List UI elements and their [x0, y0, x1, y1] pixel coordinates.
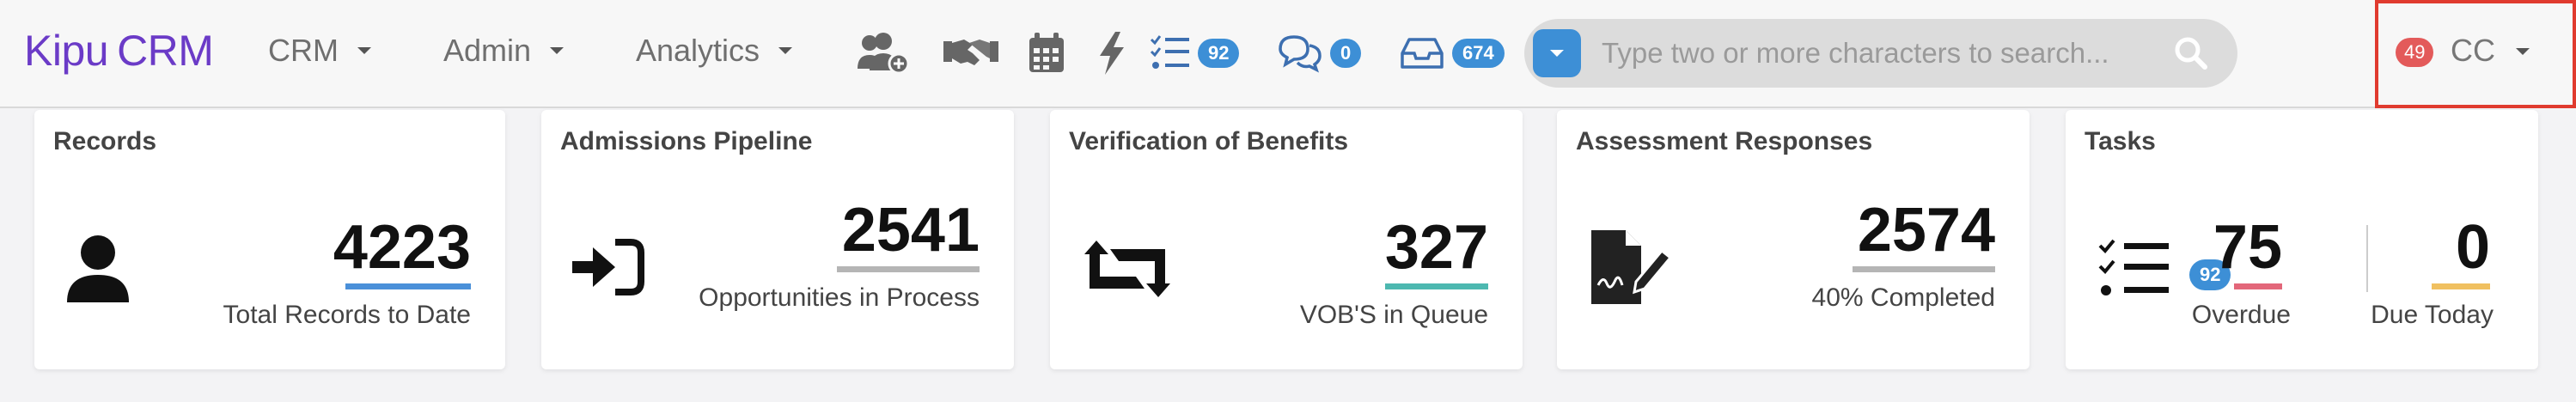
vob-underline	[1385, 283, 1488, 289]
due-today-label: Due Today	[2371, 301, 2494, 329]
divider	[2366, 225, 2368, 292]
nav-menu-crm[interactable]: CRM	[268, 33, 371, 69]
chevron-down-icon	[2516, 48, 2530, 55]
assessment-value: 2574	[1857, 196, 1995, 265]
user-menu[interactable]: 49 CC	[2375, 0, 2576, 108]
top-navbar: Kipu CRM CRM Admin Analytics 92 0 674 Ty…	[0, 0, 2576, 108]
assessment-card[interactable]: Assessment Responses 2574 40% Completed	[1557, 110, 2030, 369]
inbox-icon[interactable]: 674	[1399, 29, 1505, 77]
card-title: Admissions Pipeline	[560, 127, 813, 155]
vob-card[interactable]: Verification of Benefits 327 VOB'S in Qu…	[1050, 110, 1523, 369]
admissions-underline	[837, 266, 980, 272]
chevron-down-icon	[550, 47, 565, 54]
records-label: Total Records to Date	[223, 301, 471, 329]
global-search	[1524, 19, 2237, 88]
card-title: Records	[53, 127, 157, 155]
brand-logo[interactable]: Kipu CRM	[24, 26, 214, 76]
due-today-underline	[2432, 283, 2490, 289]
admissions-value: 2541	[841, 196, 980, 265]
records-card[interactable]: Records 4223 Total Records to Date	[34, 110, 505, 369]
handshake-icon[interactable]	[943, 29, 998, 77]
search-input[interactable]	[1602, 33, 2152, 74]
messages-icon[interactable]: 0	[1277, 29, 1362, 77]
search-icon[interactable]	[2174, 36, 2208, 75]
admissions-label: Opportunities in Process	[699, 283, 980, 312]
overdue-underline	[2234, 283, 2282, 289]
user-initials: CC	[2451, 33, 2495, 68]
assessment-underline	[1853, 266, 1995, 272]
card-title: Tasks	[2085, 127, 2156, 155]
tasks-count-badge: 92	[1198, 39, 1240, 68]
nav-menu-analytics[interactable]: Analytics	[636, 33, 793, 69]
retweet-icon	[1084, 241, 1170, 302]
vob-value: 327	[1384, 213, 1488, 282]
tasks-card[interactable]: Tasks 92 75 Overdue 0 Due Today	[2066, 110, 2538, 369]
calendar-icon[interactable]	[1028, 29, 1065, 77]
inbox-count-badge: 674	[1452, 39, 1505, 68]
chevron-down-icon	[1550, 50, 1564, 57]
tasks-icon[interactable]: 92	[1150, 29, 1240, 77]
assessment-label: 40% Completed	[1811, 283, 1995, 312]
user-icon	[65, 234, 131, 308]
tasks-list-icon	[2098, 239, 2170, 303]
lightning-icon[interactable]	[1098, 29, 1126, 77]
chevron-down-icon	[778, 47, 793, 54]
nav-menu-admin[interactable]: Admin	[443, 33, 565, 69]
overdue-value: 75	[2213, 213, 2282, 282]
notification-count-badge: 49	[2396, 38, 2434, 67]
add-user-icon[interactable]	[856, 29, 911, 77]
file-signature-icon	[1591, 230, 1673, 308]
card-title: Verification of Benefits	[1069, 127, 1349, 155]
admissions-card[interactable]: Admissions Pipeline 2541 Opportunities i…	[541, 110, 1014, 369]
records-underline	[345, 283, 471, 289]
card-title: Assessment Responses	[1576, 127, 1873, 155]
sign-in-icon	[572, 239, 644, 300]
records-value: 4223	[333, 213, 471, 282]
chevron-down-icon	[357, 47, 371, 54]
due-today-value: 0	[2455, 213, 2490, 282]
search-scope-dropdown[interactable]	[1533, 29, 1581, 77]
messages-count-badge: 0	[1330, 39, 1362, 68]
overdue-label: Overdue	[2191, 301, 2291, 329]
vob-label: VOB'S in Queue	[1299, 301, 1488, 329]
